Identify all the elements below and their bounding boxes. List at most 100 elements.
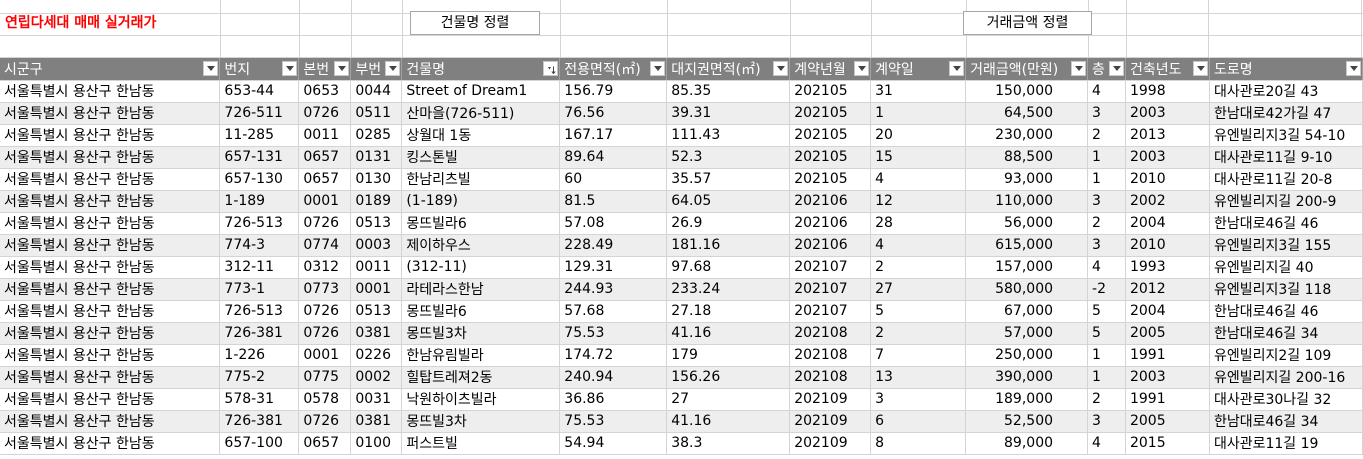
table-cell[interactable]: 2013 — [1125, 124, 1210, 147]
table-cell[interactable]: 250,000 — [965, 344, 1089, 367]
table-cell[interactable]: 0653 — [298, 80, 352, 103]
table-cell[interactable]: 3 — [1087, 234, 1126, 257]
table-cell[interactable]: 60 — [559, 168, 668, 191]
table-cell[interactable]: 서울특별시 용산구 한남동 — [0, 256, 221, 279]
table-cell[interactable]: (312-11) — [401, 256, 561, 279]
table-cell[interactable]: 27 — [666, 388, 791, 411]
table-cell[interactable]: 64,500 — [965, 102, 1089, 125]
column-header[interactable]: 시군구 — [0, 58, 221, 81]
table-cell[interactable]: 13 — [870, 366, 967, 389]
table-cell[interactable]: 3 — [870, 388, 967, 411]
table-cell[interactable]: 서울특별시 용산구 한남동 — [0, 80, 221, 103]
table-cell[interactable]: 89,000 — [965, 432, 1089, 455]
table-cell[interactable]: 라테라스한남 — [401, 278, 561, 301]
table-cell[interactable]: 202107 — [789, 300, 872, 323]
table-cell[interactable]: 773-1 — [219, 278, 300, 301]
table-cell[interactable]: 775-2 — [219, 366, 300, 389]
table-cell[interactable]: 85.35 — [666, 80, 791, 103]
table-cell[interactable]: 12 — [870, 190, 967, 213]
table-cell[interactable]: 93,000 — [965, 168, 1089, 191]
table-cell[interactable]: 유엔빌리지길 200-9 — [1209, 190, 1363, 213]
table-cell[interactable]: 0513 — [350, 300, 403, 323]
table-cell[interactable]: 312-11 — [219, 256, 300, 279]
dropdown-arrow-icon[interactable] — [949, 61, 965, 76]
table-cell[interactable]: 서울특별시 용산구 한남동 — [0, 410, 221, 433]
table-cell[interactable]: 202105 — [789, 102, 872, 125]
table-cell[interactable]: 657-130 — [219, 168, 300, 191]
table-cell[interactable]: 0189 — [350, 190, 403, 213]
table-cell[interactable]: 2004 — [1125, 300, 1210, 323]
table-cell[interactable]: 서울특별시 용산구 한남동 — [0, 432, 221, 455]
table-cell[interactable]: 0100 — [350, 432, 403, 455]
table-cell[interactable]: 653-44 — [219, 80, 300, 103]
column-header[interactable]: 계약일 — [870, 58, 967, 81]
table-cell[interactable]: 1 — [1087, 168, 1126, 191]
table-cell[interactable]: 0226 — [350, 344, 403, 367]
table-cell[interactable]: 0001 — [298, 344, 352, 367]
table-cell[interactable]: 111.43 — [666, 124, 791, 147]
table-cell[interactable]: -2 — [1087, 278, 1126, 301]
table-cell[interactable]: 202108 — [789, 366, 872, 389]
table-cell[interactable]: 대사관로11길 20-8 — [1209, 168, 1363, 191]
table-cell[interactable]: 202106 — [789, 190, 872, 213]
table-cell[interactable]: 129.31 — [559, 256, 668, 279]
table-cell[interactable]: 0003 — [350, 234, 403, 257]
table-cell[interactable]: 89.64 — [559, 146, 668, 169]
table-cell[interactable]: 202107 — [789, 278, 872, 301]
table-cell[interactable]: 578-31 — [219, 388, 300, 411]
table-cell[interactable]: 2003 — [1125, 146, 1210, 169]
table-cell[interactable]: 202109 — [789, 388, 872, 411]
table-cell[interactable]: 0657 — [298, 168, 352, 191]
table-cell[interactable]: 202108 — [789, 322, 872, 345]
table-cell[interactable]: 킹스톤빌 — [401, 146, 561, 169]
table-cell[interactable]: 202108 — [789, 344, 872, 367]
table-cell[interactable]: 서울특별시 용산구 한남동 — [0, 146, 221, 169]
table-cell[interactable]: 27 — [870, 278, 967, 301]
table-cell[interactable]: 서울특별시 용산구 한남동 — [0, 278, 221, 301]
table-cell[interactable]: 35.57 — [666, 168, 791, 191]
table-cell[interactable]: 0773 — [298, 278, 352, 301]
table-cell[interactable]: 54.94 — [559, 432, 668, 455]
table-cell[interactable]: 힐탑트레져2동 — [401, 366, 561, 389]
table-cell[interactable]: 6 — [870, 410, 967, 433]
table-cell[interactable]: 1991 — [1125, 344, 1210, 367]
table-cell[interactable]: 15 — [870, 146, 967, 169]
table-cell[interactable]: 2 — [1087, 388, 1126, 411]
table-cell[interactable]: 유엔빌리지길 200-16 — [1209, 366, 1363, 389]
sort-by-building-button[interactable]: 건물명 정렬 — [410, 11, 540, 35]
table-cell[interactable]: 한남대로46길 46 — [1209, 212, 1363, 235]
table-cell[interactable]: 2004 — [1125, 212, 1210, 235]
table-cell[interactable]: 240.94 — [559, 366, 668, 389]
table-cell[interactable]: 서울특별시 용산구 한남동 — [0, 300, 221, 323]
table-cell[interactable]: 20 — [870, 124, 967, 147]
table-cell[interactable]: 156.26 — [666, 366, 791, 389]
table-cell[interactable]: 0002 — [350, 366, 403, 389]
table-cell[interactable]: 11-285 — [219, 124, 300, 147]
table-cell[interactable]: 상월대 1동 — [401, 124, 561, 147]
table-cell[interactable]: (1-189) — [401, 190, 561, 213]
table-cell[interactable]: 서울특별시 용산구 한남동 — [0, 124, 221, 147]
table-cell[interactable]: 28 — [870, 212, 967, 235]
table-cell[interactable]: 2015 — [1125, 432, 1210, 455]
table-cell[interactable]: 726-381 — [219, 410, 300, 433]
dropdown-arrow-icon[interactable] — [1346, 61, 1361, 76]
column-header[interactable]: 본번 — [298, 58, 352, 81]
table-cell[interactable]: 202106 — [789, 212, 872, 235]
table-cell[interactable]: 1-226 — [219, 344, 300, 367]
table-cell[interactable]: 1 — [1087, 146, 1126, 169]
sort-by-price-button[interactable]: 거래금액 정렬 — [963, 11, 1092, 35]
table-cell[interactable]: 244.93 — [559, 278, 668, 301]
table-cell[interactable]: 228.49 — [559, 234, 668, 257]
table-cell[interactable]: 유엔빌리지3길 54-10 — [1209, 124, 1363, 147]
table-cell[interactable]: 57.68 — [559, 300, 668, 323]
table-cell[interactable]: 0726 — [298, 410, 352, 433]
column-header[interactable]: 번지 — [219, 58, 300, 81]
table-cell[interactable]: 제이하우스 — [401, 234, 561, 257]
table-cell[interactable]: 0381 — [350, 410, 403, 433]
column-header[interactable]: 건축년도 — [1125, 58, 1210, 81]
table-cell[interactable]: 서울특별시 용산구 한남동 — [0, 388, 221, 411]
table-cell[interactable]: 0285 — [350, 124, 403, 147]
table-cell[interactable]: 233.24 — [666, 278, 791, 301]
table-cell[interactable]: 64.05 — [666, 190, 791, 213]
table-cell[interactable]: 1993 — [1125, 256, 1210, 279]
